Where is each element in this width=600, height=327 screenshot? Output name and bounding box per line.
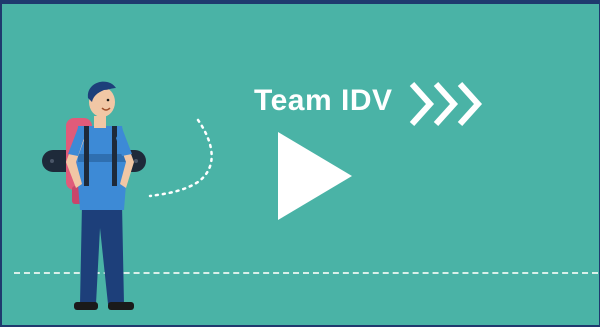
video-player[interactable]: Team IDV (0, 0, 600, 327)
play-icon[interactable] (272, 130, 356, 222)
video-title: Team IDV (254, 84, 393, 117)
backpacker-illustration (42, 81, 146, 310)
triple-chevron-right-icon (409, 81, 483, 127)
dotted-curve-decoration (148, 118, 213, 198)
player-top-border (2, 2, 599, 4)
